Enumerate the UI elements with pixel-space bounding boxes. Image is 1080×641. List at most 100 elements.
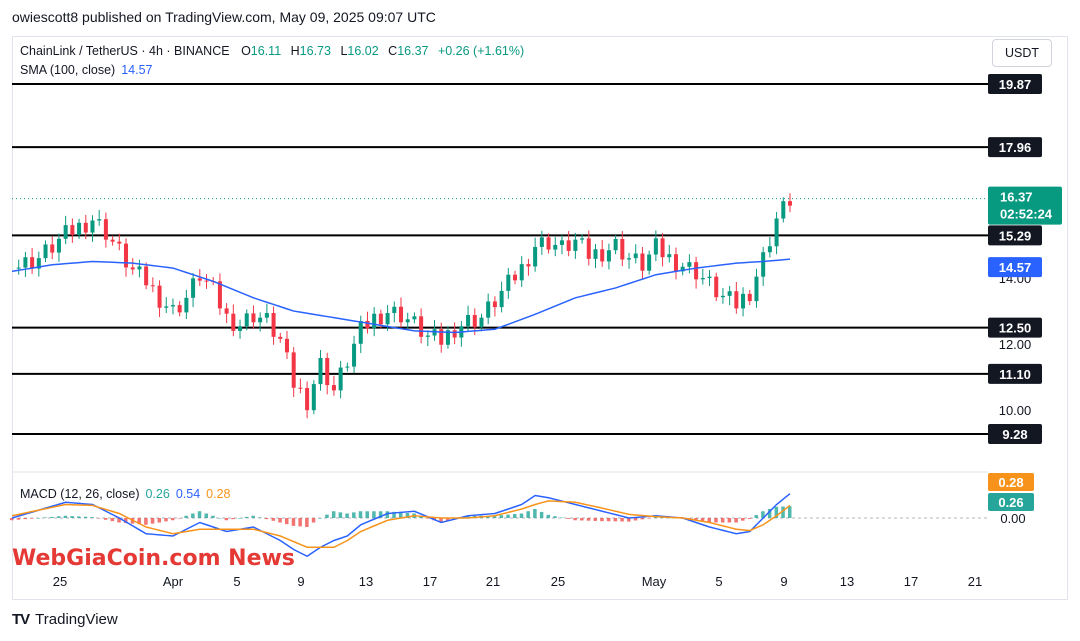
- macd-histogram-bar: [352, 512, 356, 518]
- candle-body: [63, 225, 68, 239]
- macd-histogram-bar: [358, 511, 363, 518]
- candle-body: [345, 366, 350, 368]
- candle-body: [157, 285, 162, 308]
- macd-histogram-bar: [298, 518, 302, 527]
- macd-histogram-bar: [338, 512, 343, 518]
- candle-body: [90, 220, 95, 233]
- macd-histogram-bar: [553, 516, 557, 518]
- macd-histogram-bar: [734, 518, 738, 523]
- candle-body: [43, 244, 48, 259]
- macd-label: MACD (12, 26, close): [20, 487, 140, 501]
- candle-body: [425, 335, 430, 337]
- macd-histogram-bar: [271, 518, 276, 521]
- candle-body: [613, 239, 618, 251]
- candle-body: [311, 384, 316, 411]
- candle-body: [385, 313, 390, 325]
- macd-histogram-bar: [258, 517, 262, 518]
- macd-histogram-bar: [593, 518, 597, 521]
- candle-body: [580, 238, 585, 240]
- macd-histogram-bar: [720, 518, 725, 523]
- macd-histogram-bar: [546, 514, 551, 518]
- macd-histogram-bar: [70, 516, 74, 518]
- candle-body: [452, 330, 457, 338]
- macd-histogram-bar: [519, 513, 524, 518]
- candle-body: [707, 276, 712, 279]
- macd-histogram-bar: [741, 518, 745, 521]
- macd-histogram-bar: [170, 518, 175, 521]
- candle-body: [767, 246, 772, 253]
- macd-histogram-bar: [90, 517, 94, 518]
- macd-histogram-bar: [331, 511, 336, 518]
- macd-histogram-bar: [606, 518, 611, 522]
- candle-body: [694, 262, 699, 280]
- candle-body: [150, 285, 155, 287]
- level-label: 15.29: [999, 228, 1032, 243]
- macd-histogram-bar: [539, 511, 544, 518]
- x-tick-label: 25: [551, 574, 565, 589]
- candle-body: [566, 240, 571, 251]
- macd-histogram-bar: [506, 514, 510, 518]
- candle-body: [144, 266, 149, 286]
- candle-body: [533, 246, 538, 267]
- candle-body: [419, 316, 424, 337]
- candle-body: [546, 237, 551, 250]
- macd-histogram-bar: [284, 518, 289, 525]
- candle-body: [56, 238, 61, 253]
- candle-body: [600, 249, 605, 262]
- candle-body: [103, 219, 108, 240]
- candle-body: [513, 274, 518, 281]
- candle-body: [539, 237, 544, 247]
- macd-histogram-bar: [30, 518, 34, 519]
- macd-histogram-bar: [157, 518, 162, 523]
- candle-body: [633, 253, 638, 259]
- macd-histogram-bar: [573, 518, 577, 521]
- macd-histogram-bar: [16, 518, 21, 520]
- candle-body: [70, 225, 75, 235]
- x-tick-label: 9: [780, 574, 787, 589]
- candle-body: [238, 326, 243, 331]
- price-chart[interactable]: 19.8717.9615.2912.5011.109.2814.0012.001…: [0, 0, 1080, 641]
- macd-histogram-bar: [144, 518, 148, 525]
- macd-histogram-bar: [318, 518, 323, 519]
- macd-histogram-bar: [291, 518, 296, 526]
- candle-body: [787, 201, 793, 206]
- candle-body: [526, 264, 531, 267]
- candle-body: [177, 305, 182, 313]
- x-tick-label: May: [642, 574, 667, 589]
- candle-body: [412, 316, 417, 320]
- macd-histogram-bar: [184, 515, 188, 518]
- macd-histogram-bar: [217, 518, 222, 519]
- candle-body: [392, 306, 397, 314]
- level-label: 17.96: [999, 140, 1032, 155]
- candle-body: [741, 293, 746, 309]
- candle-body: [653, 238, 658, 255]
- candle-body: [720, 295, 725, 298]
- candle-body: [606, 250, 611, 262]
- candle-body: [358, 320, 363, 344]
- macd-hist-label: 0.26: [998, 495, 1023, 510]
- candle-body: [197, 278, 202, 281]
- footer-brand[interactable]: TradingView: [35, 611, 118, 628]
- macd-histogram-bar: [244, 516, 249, 518]
- candle-body: [204, 280, 209, 282]
- macd-histogram-bar: [63, 515, 68, 518]
- macd-histogram-bar: [325, 514, 329, 518]
- macd-histogram-bar: [640, 518, 644, 520]
- macd-histogram-bar: [103, 518, 108, 520]
- macd-histogram-bar: [110, 518, 115, 522]
- footer: TV TradingView: [12, 611, 118, 628]
- macd-histogram-bar: [311, 518, 316, 523]
- candle-body: [687, 262, 692, 267]
- candle-body: [761, 252, 766, 277]
- candle-body: [627, 258, 632, 260]
- candle-body: [398, 306, 404, 323]
- macd-histogram-bar: [526, 511, 530, 518]
- macd-histogram-bar: [83, 516, 88, 518]
- candle-body: [97, 219, 102, 221]
- candle-body: [191, 278, 196, 298]
- macd-histogram-bar: [211, 515, 215, 518]
- macd-histogram-bar: [559, 517, 564, 519]
- candle-body: [298, 387, 303, 389]
- candle-body: [754, 276, 759, 302]
- macd-legend[interactable]: MACD (12, 26, close) 0.26 0.54 0.28: [20, 487, 231, 501]
